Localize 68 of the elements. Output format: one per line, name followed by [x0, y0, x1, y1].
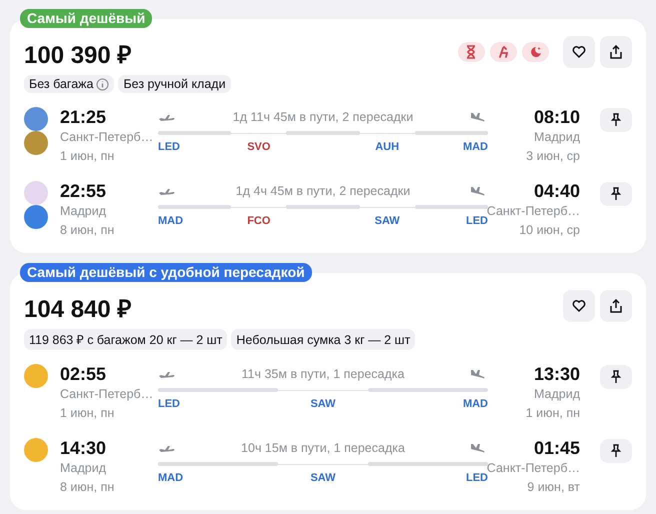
- departure-city: Санкт-Петерб…: [60, 386, 154, 403]
- airport-code: MAD: [158, 472, 184, 484]
- departure-city: Мадрид: [60, 203, 108, 220]
- pin-button[interactable]: [600, 365, 632, 389]
- pin-button[interactable]: [600, 439, 632, 463]
- favorite-button[interactable]: [563, 290, 595, 322]
- airport-code: LED: [158, 141, 180, 153]
- offer-badge: Самый дешёвый с удобной пересадкой: [20, 263, 312, 282]
- arrival-time: 04:40: [534, 180, 580, 202]
- departure-date: 8 июн, пн: [60, 222, 116, 239]
- pin-button[interactable]: [600, 108, 632, 132]
- duration-text: 1д 4ч 45м в пути, 2 пересадки: [236, 184, 410, 198]
- airport-code: SAW: [310, 398, 336, 410]
- favorite-button[interactable]: [563, 36, 595, 68]
- price-text: 100 390 ₽: [24, 41, 132, 70]
- pin-icon: [609, 444, 623, 458]
- duration-text: 11ч 35м в пути, 1 пересадка: [242, 367, 404, 381]
- airport-code: LED: [158, 398, 180, 410]
- duration-text: 1д 11ч 45м в пути, 2 пересадки: [232, 110, 414, 124]
- arrival-city: Санкт-Петерб…: [486, 460, 580, 475]
- airport-code: SVO: [247, 141, 270, 153]
- arrival-date: 9 июн, вт: [527, 479, 580, 496]
- departure-time: 22:55: [60, 180, 108, 202]
- departure-time: 21:25: [60, 106, 108, 128]
- departure-date: 8 июн, пн: [60, 479, 116, 496]
- departure-city: Мадрид: [60, 460, 108, 477]
- share-button[interactable]: [600, 290, 632, 322]
- arrival-city: Мадрид: [534, 386, 580, 403]
- airport-code: SAW: [310, 472, 336, 484]
- pin-icon: [609, 113, 623, 127]
- departure-date: 1 июн, пн: [60, 148, 116, 165]
- arrival-date: 1 июн, пн: [526, 405, 580, 422]
- arrival-time: 08:10: [534, 106, 580, 128]
- airport-code: MAD: [158, 215, 184, 227]
- arrival-city: Мадрид: [534, 129, 580, 146]
- airport-code: AUH: [375, 141, 400, 153]
- airport-code: FCO: [247, 215, 270, 227]
- moon-icon: [528, 44, 542, 58]
- tag-text: Без багажа: [29, 77, 94, 91]
- share-icon: [609, 44, 623, 58]
- tag-text: Небольшая сумка 3 кг — 2 шт: [236, 332, 410, 346]
- departure-time: 14:30: [60, 437, 108, 459]
- airport-code: MAD: [462, 141, 488, 153]
- arrival-time: 13:30: [534, 363, 580, 385]
- tag-text: 119 863 ₽ с багажом 20 кг — 2 шт: [29, 332, 222, 348]
- airport-code: SAW: [374, 215, 400, 227]
- share-button[interactable]: [600, 36, 632, 68]
- price-text: 104 840 ₽: [24, 295, 132, 324]
- arrival-date: 10 июн, ср: [519, 222, 580, 239]
- pin-icon: [609, 370, 623, 384]
- share-icon: [609, 298, 623, 312]
- airport-code: LED: [466, 215, 488, 227]
- pin-icon: [609, 187, 623, 201]
- airport-code: LED: [466, 472, 488, 484]
- airport-code: MAD: [462, 398, 488, 410]
- heart-icon: [572, 298, 586, 312]
- offer-badge: Самый дешёвый: [20, 9, 152, 28]
- seat-icon: [496, 44, 510, 58]
- arrival-city: Санкт-Петерб…: [486, 203, 580, 218]
- pin-button[interactable]: [600, 182, 632, 206]
- departure-city: Санкт-Петерб…: [60, 129, 154, 146]
- departure-time: 02:55: [60, 363, 108, 385]
- arrival-time: 01:45: [534, 437, 580, 459]
- tag-text: Без ручной клади: [123, 77, 226, 91]
- arrival-date: 3 июн, ср: [526, 148, 580, 165]
- duration-text: 10ч 15м в пути, 1 пересадка: [241, 441, 405, 455]
- departure-date: 1 июн, пн: [60, 405, 116, 422]
- heart-icon: [572, 44, 586, 58]
